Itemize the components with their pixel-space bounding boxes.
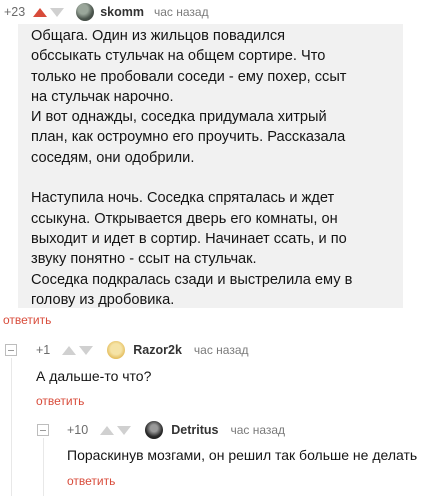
comment-3-header: +10 Detritus час назад [67, 420, 285, 440]
thread-line [43, 438, 44, 496]
collapse-thread-button[interactable] [5, 344, 17, 356]
avatar[interactable] [76, 3, 95, 21]
upvote-icon[interactable] [33, 7, 48, 17]
comment-1-author[interactable]: skomm [100, 5, 144, 19]
comment-2-rating: +1 [36, 343, 51, 357]
comment-2-text: А дальше-то что? [36, 368, 152, 384]
comment-3-text: Пораскинув мозгами, он решил так больше … [67, 447, 418, 463]
comment-2-time[interactable]: час назад [194, 343, 249, 357]
downvote-icon[interactable] [117, 425, 132, 435]
downvote-icon[interactable] [79, 345, 94, 355]
comment-2-author[interactable]: Razor2k [133, 343, 182, 357]
comment-1-header: +23 skomm час назад [0, 2, 209, 22]
comment-1-time[interactable]: час назад [154, 5, 209, 19]
comment-3-rating: +10 [67, 423, 89, 437]
upvote-icon[interactable] [100, 425, 115, 435]
comment-3-author[interactable]: Detritus [171, 423, 218, 437]
comment-3-time[interactable]: час назад [230, 423, 285, 437]
avatar[interactable] [107, 341, 126, 359]
upvote-icon[interactable] [62, 345, 77, 355]
collapse-thread-button[interactable] [37, 424, 49, 436]
comment-1-rating: +23 [4, 5, 26, 19]
downvote-icon[interactable] [50, 7, 65, 17]
comment-3-reply-link[interactable]: ответить [67, 474, 115, 488]
comment-2-reply-link[interactable]: ответить [36, 394, 84, 408]
avatar[interactable] [145, 421, 164, 439]
comment-2-header: +1 Razor2k час назад [36, 340, 249, 360]
comment-1-reply-link[interactable]: ответить [3, 313, 51, 327]
thread-line [11, 358, 12, 496]
comment-1-text: Общага. Один из жильцов повадился обссык… [31, 28, 353, 308]
